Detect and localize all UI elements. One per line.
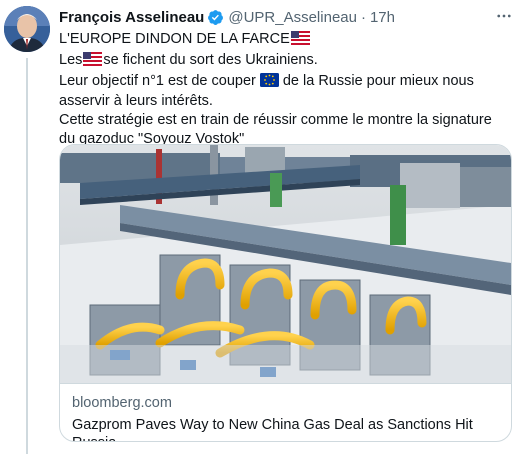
us-flag-icon — [290, 31, 310, 51]
author-handle[interactable]: @UPR_Asselineau — [228, 9, 357, 26]
tweet-line-2: Les se fichent du sort des Ukrainiens. — [59, 51, 509, 72]
card-title[interactable]: Gazprom Paves Way to New China Gas Deal … — [72, 416, 499, 441]
tweet-line-3: Leur objectif n°1 est de couper de la Rus… — [59, 72, 509, 112]
card-domain: bloomberg.com — [72, 395, 172, 411]
tweet-line-1-text: L'EUROPE DINDON DE LA FARCE — [59, 31, 290, 47]
author-name[interactable]: François Asselineau — [59, 9, 204, 26]
avatar-photo — [4, 6, 50, 52]
card-meta: bloomberg.com Gazprom Paves Way to New C… — [60, 383, 511, 441]
link-card[interactable]: bloomberg.com Gazprom Paves Way to New C… — [59, 144, 512, 442]
avatar[interactable] — [4, 6, 50, 52]
us-flag-icon — [83, 51, 103, 72]
separator-dot: · — [360, 8, 366, 26]
thread-line — [26, 58, 28, 454]
verified-badge-icon — [207, 9, 224, 26]
tweet-header: François Asselineau @UPR_Asselineau · 17… — [59, 6, 395, 28]
tweet-line-2-before: Les — [59, 51, 83, 68]
tweet-line-2-after: se fichent du sort des Ukrainiens. — [103, 51, 318, 68]
card-image — [60, 145, 511, 383]
tweet-line-3-before: Leur objectif n°1 est de couper — [59, 72, 256, 89]
timestamp[interactable]: 17h — [370, 9, 395, 26]
tweet-text: L'EUROPE DINDON DE LA FARCE Les se fichen… — [59, 30, 509, 149]
more-options-icon[interactable] — [494, 6, 514, 26]
tweet-line-1: L'EUROPE DINDON DE LA FARCE — [59, 30, 509, 51]
eu-flag-icon — [259, 72, 279, 93]
